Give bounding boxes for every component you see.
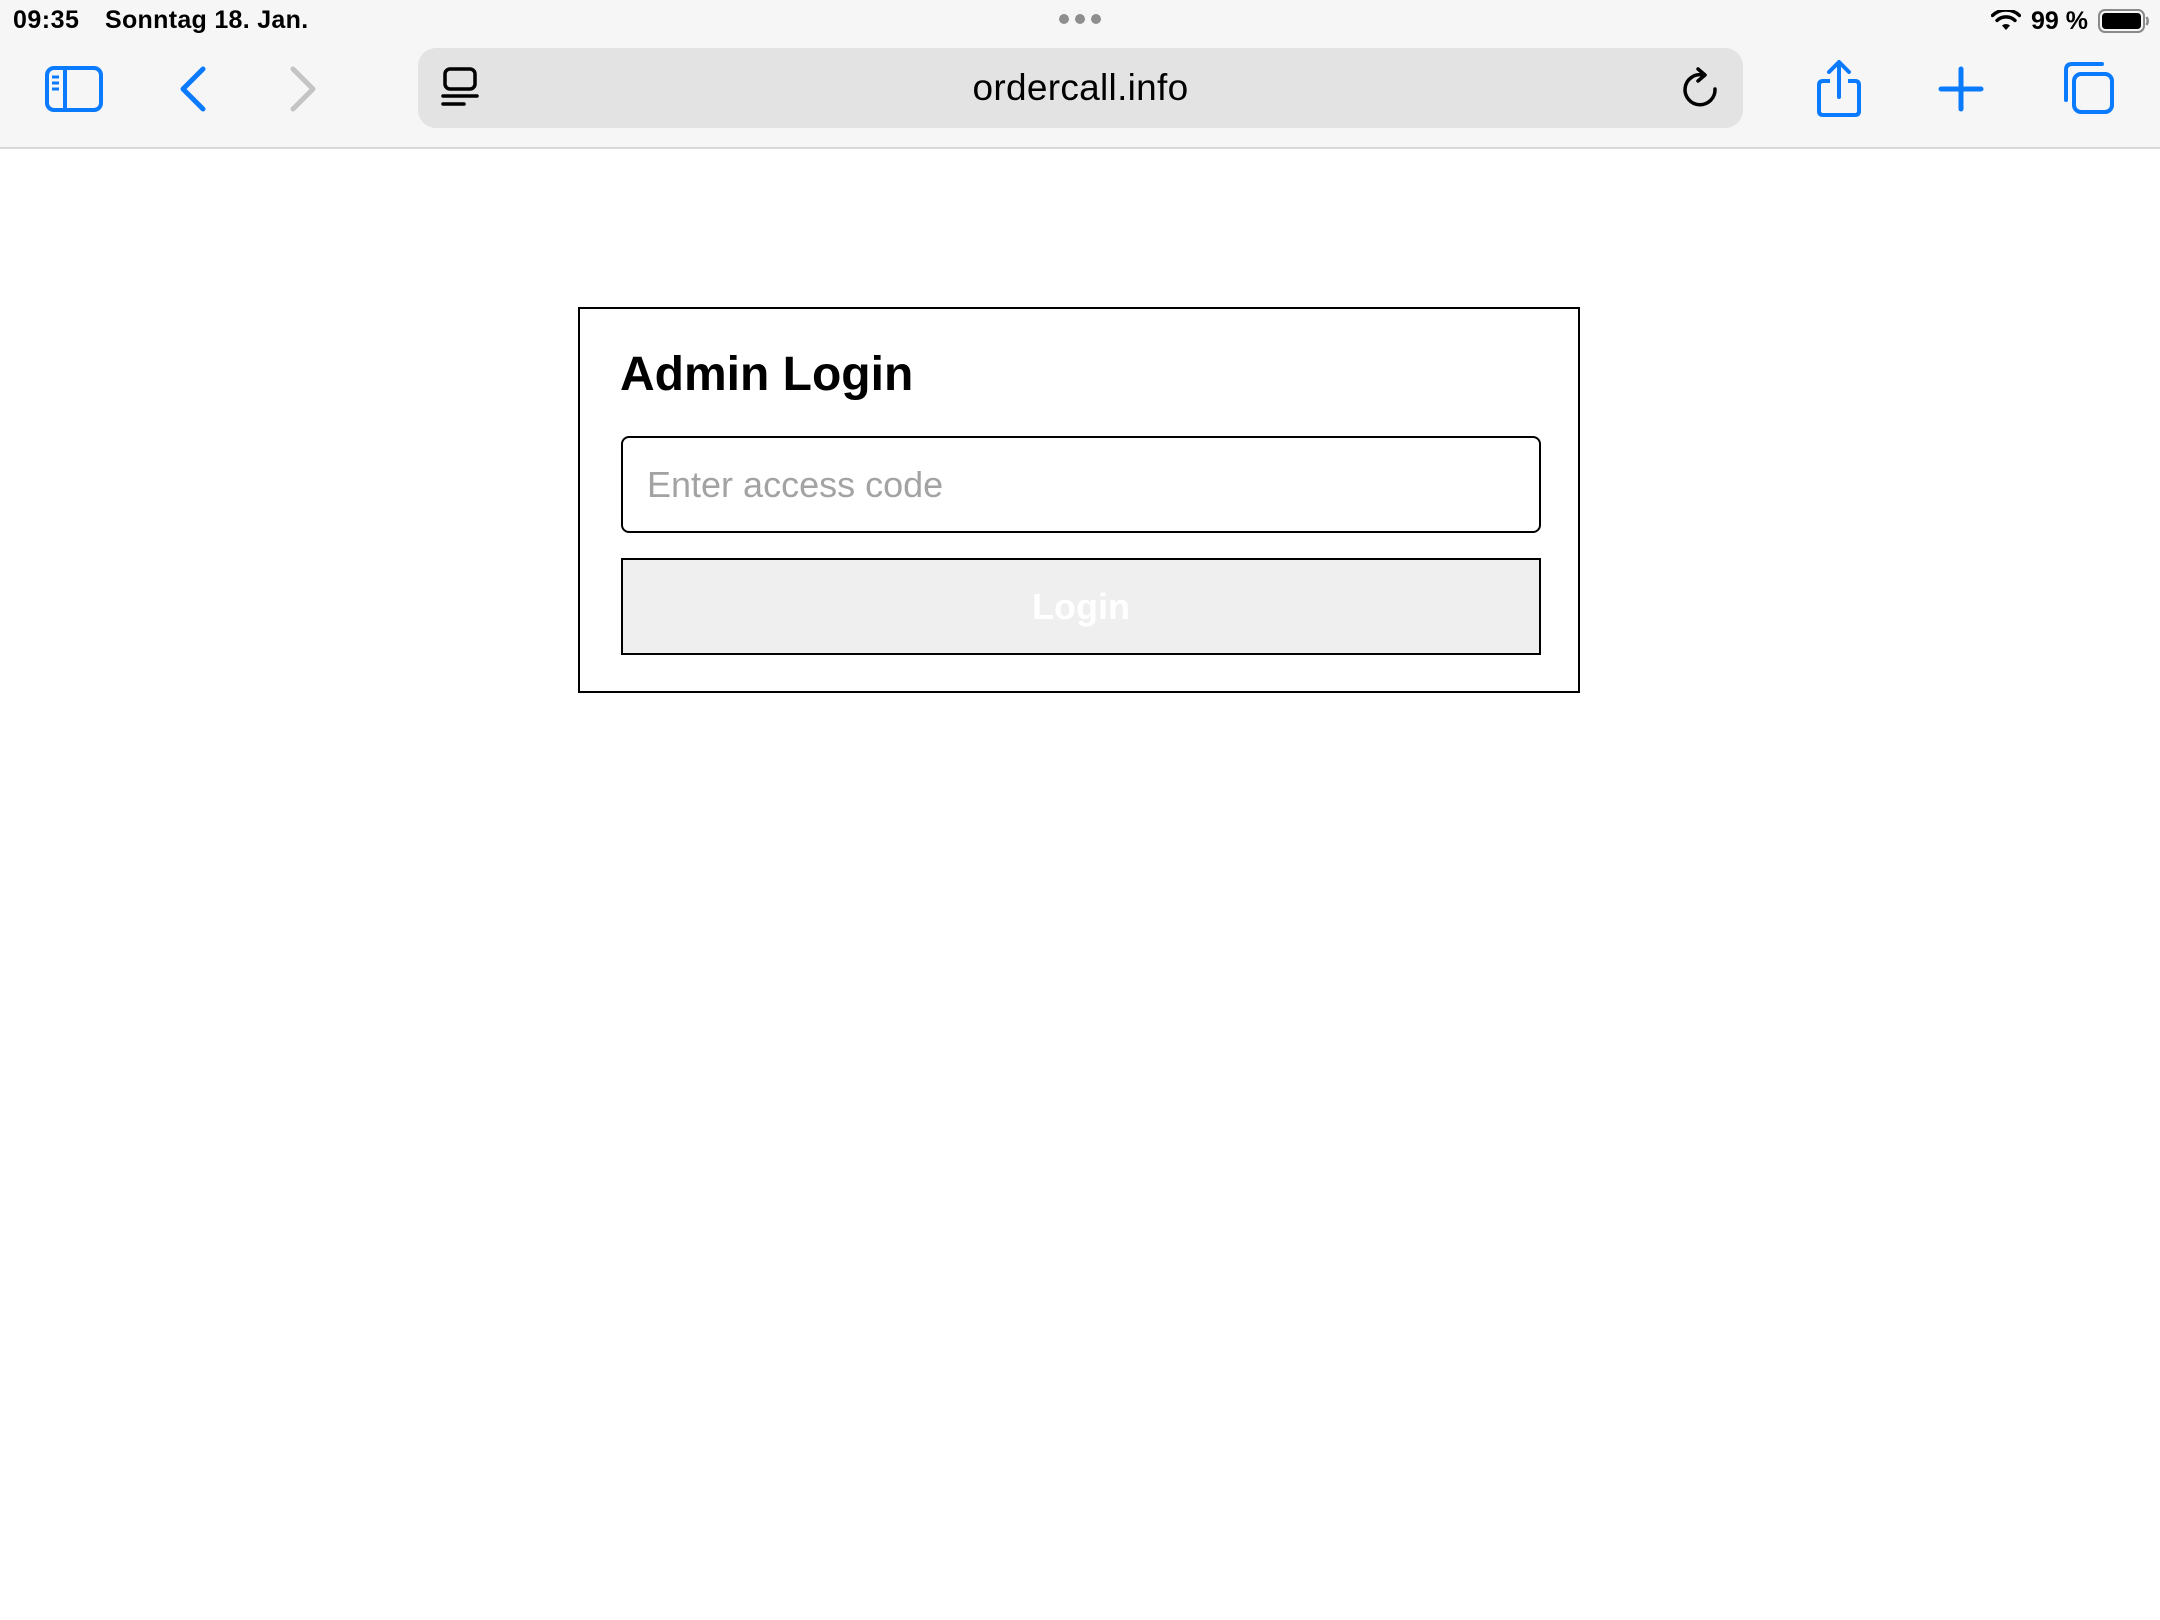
- login-card: Admin Login Login: [578, 307, 1580, 693]
- chevron-left-icon: [180, 66, 205, 112]
- access-code-input[interactable]: [621, 436, 1541, 533]
- status-indicators: 99 %: [1991, 4, 2150, 38]
- plus-icon: [1938, 66, 1984, 112]
- share-icon: [1817, 60, 1861, 117]
- tabs-overview-button[interactable]: [2058, 58, 2118, 118]
- status-date: Sonntag 18. Jan.: [105, 6, 309, 34]
- battery-percent: 99 %: [2031, 6, 2088, 35]
- multitasking-dots-icon[interactable]: [1057, 12, 1103, 26]
- wifi-icon: [1991, 10, 2022, 30]
- login-title: Admin Login: [620, 348, 914, 401]
- sidebar-button[interactable]: [40, 64, 108, 114]
- web-content: Admin Login Login: [0, 149, 2160, 1620]
- sidebar-icon: [45, 66, 103, 112]
- login-button[interactable]: Login: [621, 558, 1541, 655]
- new-tab-button[interactable]: [1936, 62, 1986, 116]
- share-button[interactable]: [1814, 58, 1864, 120]
- browser-toolbar: ordercall.info: [0, 44, 2160, 149]
- reload-button[interactable]: [1677, 64, 1725, 112]
- status-time: 09:35: [13, 6, 80, 34]
- tabs-overview-icon: [2064, 62, 2114, 114]
- forward-button[interactable]: [280, 64, 325, 114]
- reload-icon: [1683, 67, 1717, 107]
- status-bar: 09:35 Sonntag 18. Jan. 99 %: [0, 0, 2160, 44]
- address-bar[interactable]: ordercall.info: [418, 48, 1743, 128]
- chevron-right-icon: [290, 66, 315, 112]
- url-text[interactable]: ordercall.info: [418, 48, 1743, 128]
- back-button[interactable]: [170, 64, 215, 114]
- battery-icon: [2098, 9, 2149, 33]
